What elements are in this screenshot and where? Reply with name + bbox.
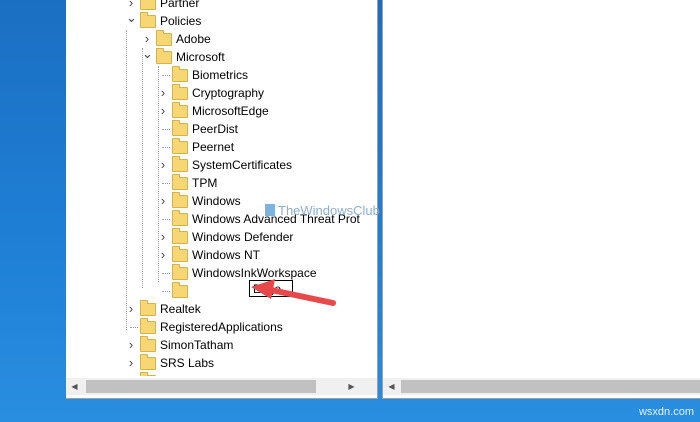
- tree-connector: [162, 291, 170, 292]
- tree-connector: [162, 273, 170, 274]
- folder-icon: [140, 354, 156, 370]
- folder-icon: [172, 138, 188, 154]
- chevron-right-icon[interactable]: ›: [158, 192, 168, 210]
- tree-item-label: Peernet: [192, 140, 235, 154]
- tree-connector: [162, 129, 170, 130]
- folder-icon: [172, 192, 188, 208]
- chevron-right-icon[interactable]: ›: [126, 336, 136, 354]
- folder-icon: [140, 336, 156, 352]
- chevron-right-icon[interactable]: ›: [126, 300, 136, 318]
- chevron-right-icon[interactable]: ›: [126, 372, 136, 376]
- registry-tree[interactable]: › Partner ⌄ Policies › Adobe ⌄ Microsoft Biometr…: [66, 0, 360, 376]
- tree-item-label: TPM: [192, 176, 218, 190]
- tree-item-label: RegisteredApplications: [160, 320, 283, 334]
- folder-icon: [172, 174, 188, 190]
- tree-item-label: SRS Labs: [160, 356, 215, 370]
- folder-icon: [140, 300, 156, 316]
- values-scroll-thumb[interactable]: [401, 380, 700, 393]
- folder-icon: [172, 282, 188, 298]
- chevron-right-icon[interactable]: ›: [158, 228, 168, 246]
- tree-item-label: Windows Defender: [192, 230, 294, 244]
- chevron-right-icon[interactable]: ›: [158, 156, 168, 174]
- watermark-logo-icon: [265, 204, 275, 216]
- tree-item-label: Cryptography: [192, 86, 265, 100]
- tree-item[interactable]: PeerDist: [66, 120, 360, 138]
- tree-item[interactable]: › TechSmith: [66, 372, 360, 376]
- tree-connector: [162, 183, 170, 184]
- tree-item[interactable]: › SRS Labs: [66, 354, 360, 372]
- folder-icon: [140, 12, 156, 28]
- folder-icon: [140, 372, 156, 376]
- tree-item-label: PeerDist: [192, 122, 239, 136]
- tree-item[interactable]: › SimonTatham: [66, 336, 360, 354]
- watermark-text: TheWindowsClub: [278, 203, 380, 218]
- folder-icon: [172, 246, 188, 262]
- scrollbar-corner: [360, 378, 377, 395]
- tree-horizontal-scrollbar[interactable]: ◀ ▶: [66, 378, 360, 395]
- chevron-right-icon[interactable]: ›: [158, 246, 168, 264]
- tree-item-label: Biometrics: [192, 68, 249, 82]
- tree-item-label: Partner: [160, 0, 200, 10]
- folder-icon: [156, 48, 172, 64]
- folder-icon: [172, 66, 188, 82]
- tree-guide-line: [158, 66, 159, 282]
- tree-connector: [162, 147, 170, 148]
- tree-item[interactable]: › Windows NT: [66, 246, 360, 264]
- tree-item[interactable]: Biometrics: [66, 66, 360, 84]
- tree-item-label: TechSmith: [160, 372, 216, 376]
- values-horizontal-scrollbar[interactable]: ◀: [383, 378, 700, 395]
- registry-tree-pane[interactable]: › Partner ⌄ Policies › Adobe ⌄ Microsoft Biometr…: [66, 0, 442, 399]
- chevron-down-icon[interactable]: ⌄: [126, 11, 137, 30]
- tree-item[interactable]: Peernet: [66, 138, 360, 156]
- folder-icon: [172, 120, 188, 136]
- tree-item[interactable]: › Windows Defender: [66, 228, 360, 246]
- tree-item[interactable]: › SystemCertificates: [66, 156, 360, 174]
- scroll-right-icon[interactable]: ▶: [343, 378, 360, 395]
- folder-icon: [172, 228, 188, 244]
- tree-item[interactable]: RegisteredApplications: [66, 318, 360, 336]
- tree-item[interactable]: › Cryptography: [66, 84, 360, 102]
- chevron-right-icon[interactable]: ›: [158, 102, 168, 120]
- tree-item[interactable]: › MicrosoftEdge: [66, 102, 360, 120]
- tree-item-label: Realtek: [160, 302, 201, 316]
- registry-values-pane[interactable]: [382, 0, 700, 399]
- horizontal-scroll-thumb[interactable]: [86, 380, 316, 393]
- tree-item-label: MicrosoftEdge: [192, 104, 269, 118]
- scroll-left-icon[interactable]: ◀: [66, 378, 83, 395]
- tree-connector: [130, 327, 138, 328]
- site-watermark: wsxdn.com: [638, 406, 694, 418]
- tree-guide-line: [142, 48, 143, 288]
- tree-item-label: Microsoft: [176, 50, 225, 64]
- values-scroll-left-icon[interactable]: ◀: [383, 378, 400, 395]
- folder-icon: [172, 156, 188, 172]
- tree-item-label: Policies: [160, 14, 202, 28]
- tree-item[interactable]: › Partner: [66, 0, 360, 12]
- tree-item[interactable]: › Adobe: [66, 30, 360, 48]
- tree-item-label: Adobe: [176, 32, 211, 46]
- tree-item-label: Windows: [192, 194, 241, 208]
- folder-icon: [172, 264, 188, 280]
- folder-icon: [172, 84, 188, 100]
- folder-icon: [172, 210, 188, 226]
- folder-icon: [156, 30, 172, 46]
- tree-item-label: Windows NT: [192, 248, 261, 262]
- folder-icon: [140, 318, 156, 334]
- tree-item-label: SimonTatham: [160, 338, 234, 352]
- tree-item[interactable]: TPM: [66, 174, 360, 192]
- annotation-arrow-icon: [251, 279, 336, 306]
- tree-item[interactable]: ⌄ Policies: [66, 11, 360, 30]
- folder-icon: [140, 0, 156, 10]
- chevron-right-icon[interactable]: ›: [126, 354, 136, 372]
- folder-icon: [172, 102, 188, 118]
- tree-item[interactable]: ⌄ Microsoft: [66, 47, 360, 66]
- chevron-right-icon[interactable]: ›: [158, 84, 168, 102]
- chevron-down-icon[interactable]: ⌄: [142, 47, 153, 66]
- tree-guide-line: [126, 30, 127, 330]
- tree-item-label: SystemCertificates: [192, 158, 293, 172]
- tree-connector: [162, 219, 170, 220]
- tree-connector: [162, 75, 170, 76]
